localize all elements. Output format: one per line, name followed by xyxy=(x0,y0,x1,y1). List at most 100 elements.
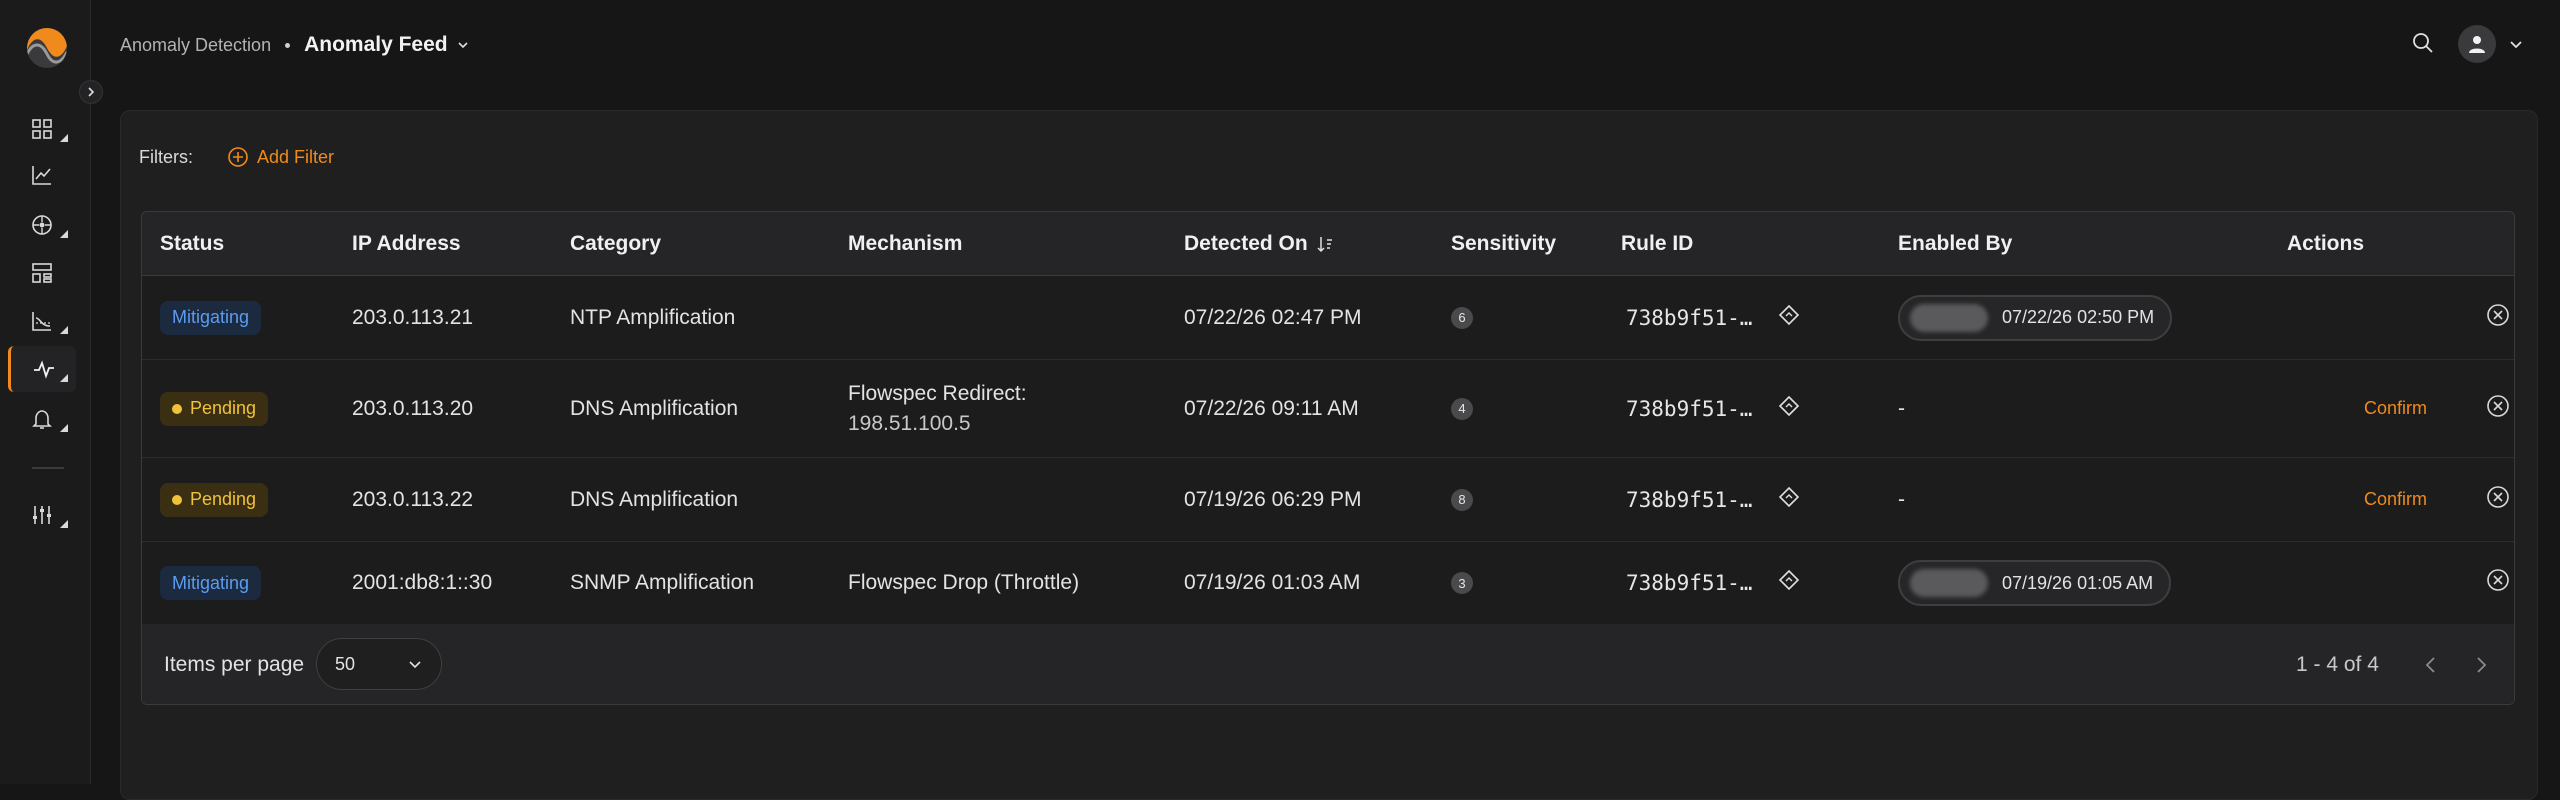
table-row[interactable]: Mitigating 203.0.113.21 NTP Amplificatio… xyxy=(142,276,2514,360)
app-logo[interactable] xyxy=(27,28,67,68)
bell-icon xyxy=(32,410,52,429)
page-switcher[interactable]: Anomaly Feed xyxy=(304,33,470,57)
enabled-time: 07/22/26 02:50 PM xyxy=(2002,307,2155,327)
rule-diamond-icon xyxy=(1779,569,1800,591)
dismiss-button[interactable] xyxy=(2486,394,2510,424)
sidebar-item-charts[interactable] xyxy=(8,152,76,198)
rule-id[interactable]: 738b9f51-… xyxy=(1626,488,1752,512)
column-header-sensitivity[interactable]: Sensitivity xyxy=(1451,212,1556,276)
mechanism-target: 198.51.100.5 xyxy=(848,411,971,435)
dismiss-button[interactable] xyxy=(2486,485,2510,515)
rule-link-button[interactable] xyxy=(1778,569,1800,597)
rule-id[interactable]: 738b9f51-… xyxy=(1626,306,1752,330)
sidebar-item-dashboard[interactable] xyxy=(8,106,76,152)
confirm-button[interactable]: Confirm xyxy=(2364,489,2427,510)
ip-address: 2001:db8:1::30 xyxy=(352,571,493,594)
chevron-down-icon xyxy=(2510,41,2522,49)
status-badge: Mitigating xyxy=(160,300,262,335)
close-circle-icon xyxy=(2487,485,2509,508)
detected-on: 07/22/26 02:47 PM xyxy=(1184,305,1362,329)
close-circle-icon xyxy=(2487,303,2509,326)
rule-id[interactable]: 738b9f51-… xyxy=(1626,571,1752,595)
breadcrumb-parent-link[interactable]: Anomaly Detection xyxy=(120,35,271,56)
avatar xyxy=(2458,25,2496,63)
submenu-indicator-icon xyxy=(60,424,68,432)
column-header-detected-on-label: Detected On xyxy=(1184,232,1308,255)
rule-link-button[interactable] xyxy=(1778,486,1800,514)
ip-address: 203.0.113.22 xyxy=(352,487,474,511)
breadcrumb-separator xyxy=(285,42,291,48)
column-header-mechanism[interactable]: Mechanism xyxy=(848,212,962,276)
mechanism-line: Flowspec Redirect: xyxy=(848,381,1027,405)
sensitivity-badge: 3 xyxy=(1451,572,1473,594)
sensitivity-badge: 8 xyxy=(1451,488,1473,511)
category: DNS Amplification xyxy=(570,396,739,420)
ip-address: 203.0.113.21 xyxy=(352,305,474,329)
sensitivity-badge: 6 xyxy=(1451,306,1473,329)
network-icon xyxy=(32,215,52,235)
sidebar-item-settings[interactable] xyxy=(8,492,76,538)
sidebar-item-alerts[interactable] xyxy=(8,396,76,442)
column-header-ip-address[interactable]: IP Address xyxy=(352,212,461,276)
items-per-page-value: 50 xyxy=(335,653,356,674)
items-per-page-select[interactable]: 50 xyxy=(316,638,442,690)
sensitivity-badge: 4 xyxy=(1451,397,1473,420)
submenu-indicator-icon xyxy=(60,134,68,142)
column-header-rule-id[interactable]: Rule ID xyxy=(1621,212,1693,276)
status-badge: Pending xyxy=(160,482,269,517)
close-circle-icon xyxy=(2487,569,2509,591)
detected-on: 07/22/26 09:11 AM xyxy=(1184,396,1359,420)
table-row[interactable]: Mitigating 2001:db8:1::30 SNMP Amplifica… xyxy=(142,542,2514,624)
confirm-button[interactable]: Confirm xyxy=(2364,398,2427,419)
sidebar-item-analytics[interactable] xyxy=(8,298,76,344)
submenu-indicator-icon xyxy=(60,230,68,238)
sidebar-item-layout[interactable] xyxy=(8,250,76,296)
previous-page-button[interactable] xyxy=(2418,652,2444,678)
rule-link-button[interactable] xyxy=(1778,304,1800,332)
analytics-icon xyxy=(32,312,51,331)
chevron-right-icon xyxy=(88,87,95,97)
pending-dot-icon xyxy=(172,494,182,505)
items-per-page-label: Items per page xyxy=(164,653,305,676)
anomaly-feed-panel: Filters: Add Filter Status IP Address Ca… xyxy=(120,110,2538,800)
pagination-range: 1 - 4 of 4 xyxy=(2296,653,2379,676)
sidebar-expand-button[interactable] xyxy=(79,80,103,104)
sidebar-item-network[interactable] xyxy=(8,202,76,248)
dashboard-icon xyxy=(32,119,52,139)
sidebar-item-anomaly-detection[interactable] xyxy=(8,346,76,392)
user-menu[interactable] xyxy=(2458,24,2524,64)
enabled-by-chip: 07/22/26 02:50 PM xyxy=(1898,294,2173,341)
next-page-button[interactable] xyxy=(2468,652,2494,678)
anomaly-table: Status IP Address Category Mechanism Det… xyxy=(141,211,2515,705)
rule-link-button[interactable] xyxy=(1778,395,1800,423)
sidebar xyxy=(0,0,103,784)
chevron-down-icon xyxy=(458,42,468,49)
rule-id[interactable]: 738b9f51-… xyxy=(1626,397,1752,421)
dismiss-button[interactable] xyxy=(2486,303,2510,333)
user-icon xyxy=(2469,36,2485,53)
table-header: Status IP Address Category Mechanism Det… xyxy=(142,212,2514,276)
anomaly-pulse-icon xyxy=(33,360,54,379)
column-header-status[interactable]: Status xyxy=(160,212,224,276)
column-header-category[interactable]: Category xyxy=(570,212,661,276)
breadcrumb: Anomaly Detection Anomaly Feed xyxy=(120,28,470,62)
table-row[interactable]: Pending 203.0.113.20 DNS Amplification F… xyxy=(142,360,2514,458)
column-header-enabled-by[interactable]: Enabled By xyxy=(1898,212,2012,276)
status-badge: Mitigating xyxy=(160,566,262,600)
add-filter-label: Add Filter xyxy=(257,146,335,167)
dismiss-button[interactable] xyxy=(2486,568,2510,598)
add-filter-button[interactable]: Add Filter xyxy=(227,146,334,168)
enabled-by-empty: - xyxy=(1898,487,1905,511)
rule-diamond-icon xyxy=(1779,486,1800,507)
pending-dot-icon xyxy=(172,403,182,414)
logo-icon xyxy=(27,28,67,68)
search-icon xyxy=(2413,33,2433,53)
table-footer: Items per page 50 1 - 4 of 4 xyxy=(142,624,2514,704)
chevron-left-icon xyxy=(2425,657,2435,673)
line-chart-icon xyxy=(32,166,51,185)
column-header-detected-on[interactable]: Detected On xyxy=(1184,212,1334,276)
search-button[interactable] xyxy=(2408,28,2438,58)
table-row[interactable]: Pending 203.0.113.22 DNS Amplification 0… xyxy=(142,458,2514,542)
sort-descending-icon xyxy=(1317,237,1332,253)
rule-diamond-icon xyxy=(1779,395,1800,416)
